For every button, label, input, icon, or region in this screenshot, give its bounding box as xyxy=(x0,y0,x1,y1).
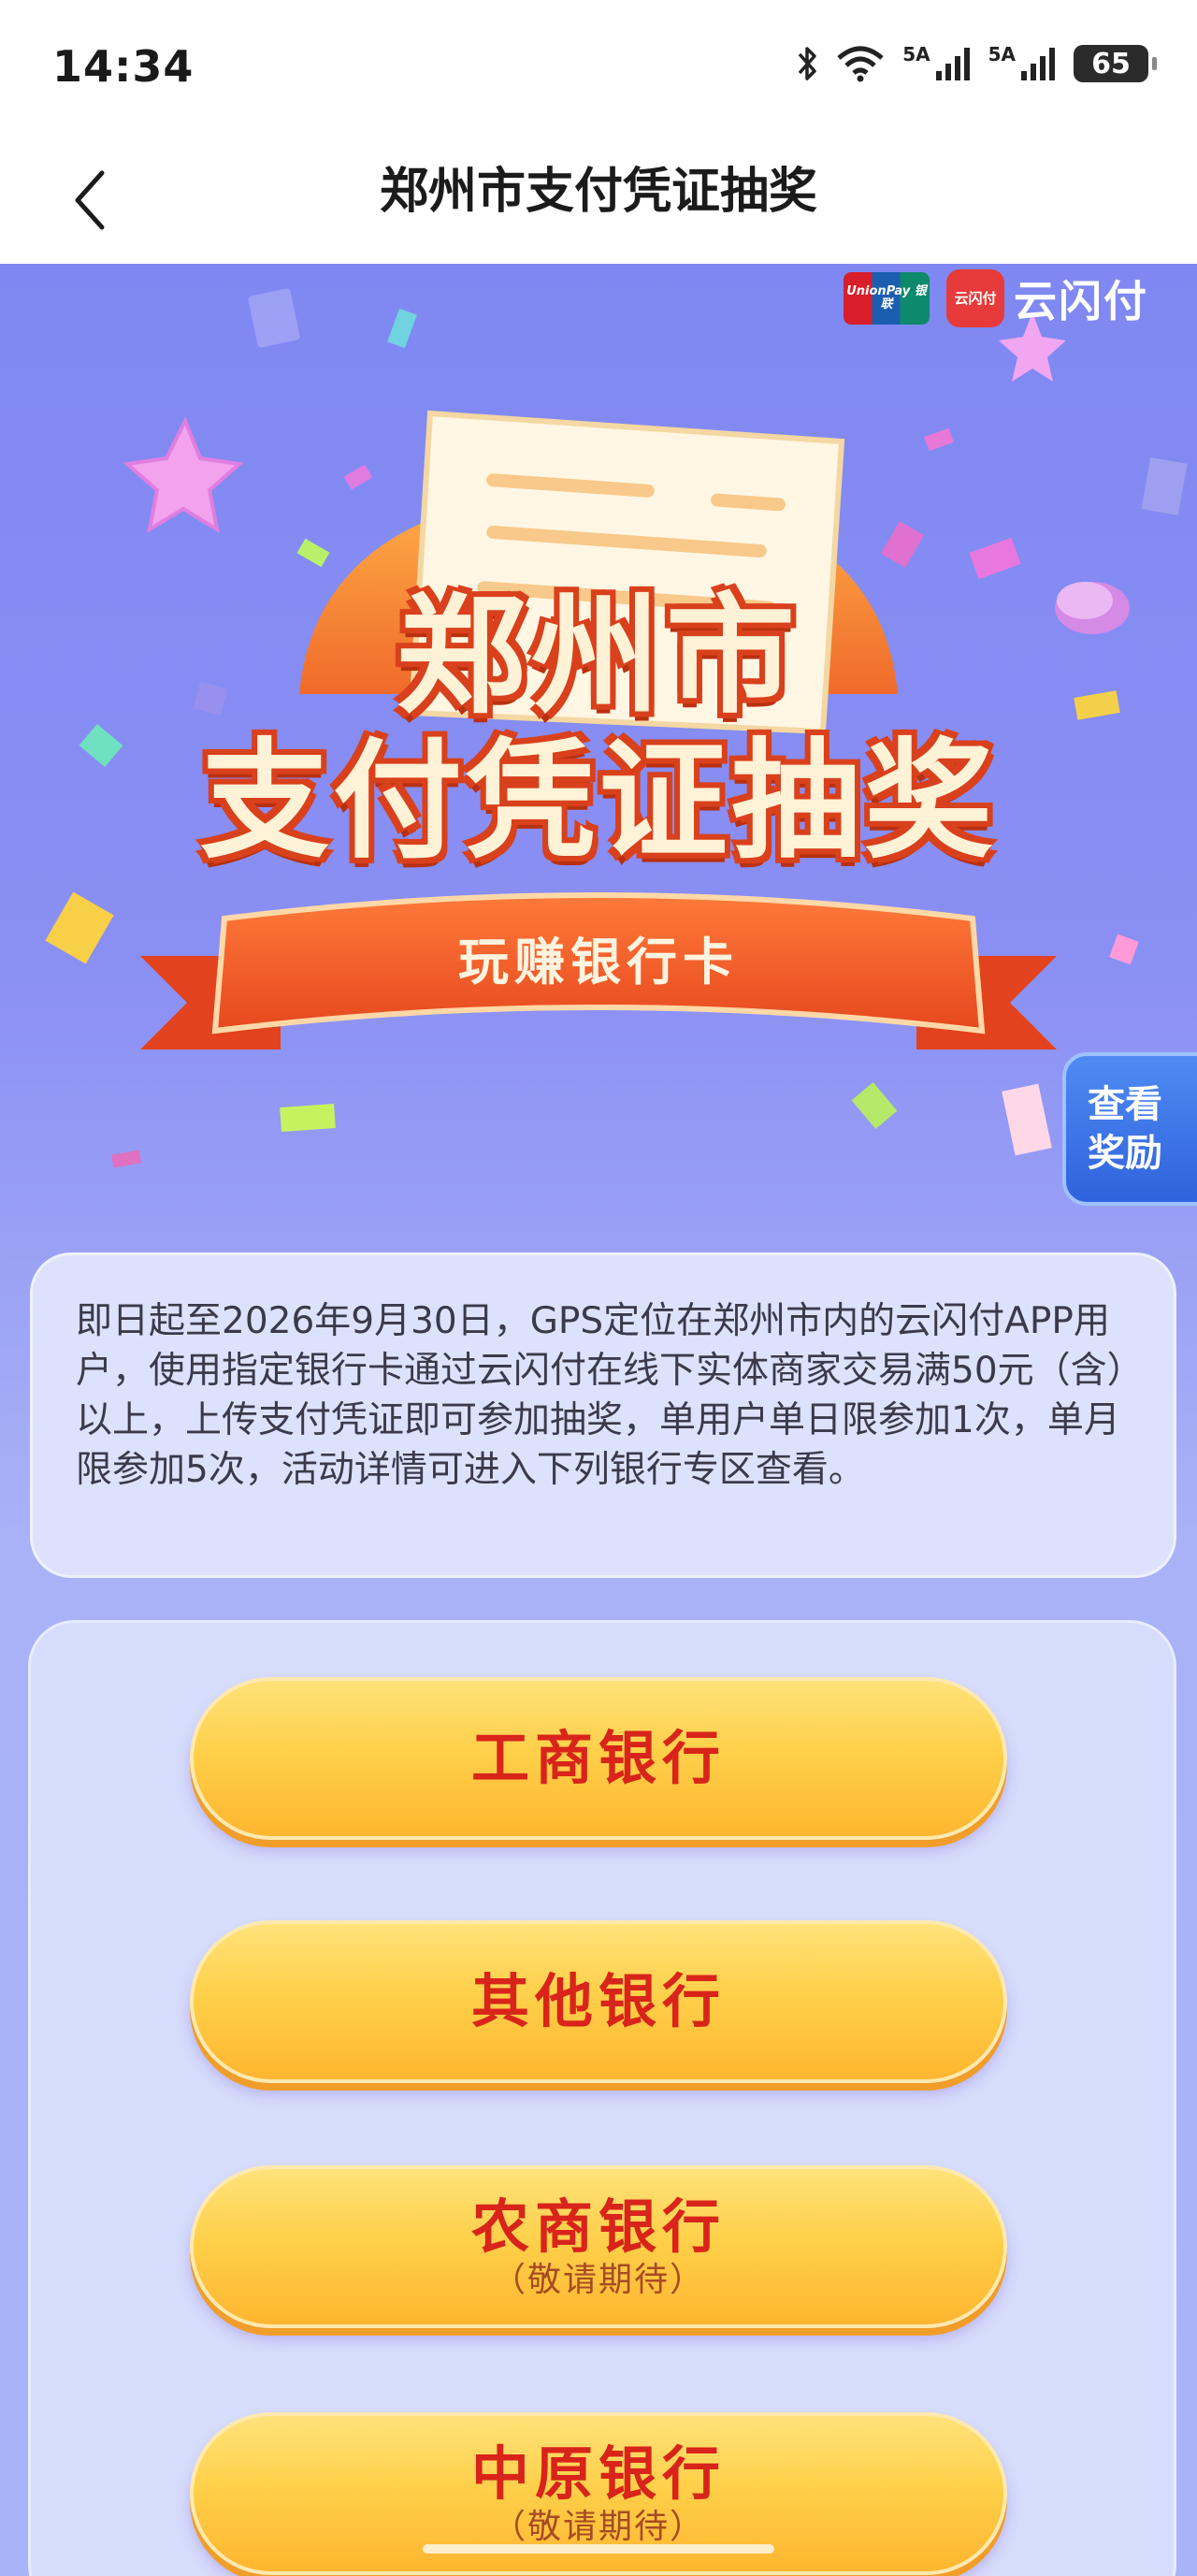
network-label-2: 5A xyxy=(988,43,1016,65)
yunshanfu-app-icon: 云闪付 xyxy=(946,269,1004,327)
brand-logos: UnionPay 银联 云闪付 云闪付 xyxy=(844,268,1148,329)
banner-ribbon-text: 玩赚银行卡 xyxy=(458,933,739,991)
hero-banner: 郑州市 支付凭证抽奖 玩赚银行卡 UnionPay 银联 云闪付 云闪付 查看奖… xyxy=(0,264,1197,1237)
bank-name: 中原银行 xyxy=(470,2439,726,2508)
banner-title-line2: 支付凭证抽奖 xyxy=(199,726,997,876)
bank-button-rural-commercial[interactable]: 农商银行 （敬请期待） xyxy=(190,2165,1007,2328)
unionpay-logo: UnionPay 银联 xyxy=(844,272,930,325)
signal-icon-2 xyxy=(1019,45,1057,82)
status-bar: 14:34 5A 5A 65 xyxy=(0,0,1197,140)
coming-soon-label: （敬请期待） xyxy=(491,2508,705,2546)
nav-bar: 郑州市支付凭证抽奖 xyxy=(0,140,1197,264)
coming-soon-label: （敬请期待） xyxy=(491,2261,705,2299)
bank-name: 其他银行 xyxy=(470,1967,726,2035)
bank-button-other[interactable]: 其他银行 xyxy=(190,1920,1007,2083)
bank-name: 农商银行 xyxy=(470,2192,726,2261)
bank-name: 工商银行 xyxy=(470,1724,726,1792)
signal-icon-1 xyxy=(934,45,972,82)
back-button[interactable] xyxy=(56,165,122,239)
activity-description-card: 即日起至2026年9月30日，GPS定位在郑州市内的云闪付APP用户，使用指定银… xyxy=(30,1252,1176,1578)
status-icons: 5A 5A 65 xyxy=(796,43,1157,84)
bank-button-icbc[interactable]: 工商银行 xyxy=(190,1677,1007,1840)
view-rewards-button[interactable]: 查看 奖励 xyxy=(1062,1052,1197,1206)
page-title: 郑州市支付凭证抽奖 xyxy=(379,164,817,220)
bank-list-panel: 工商银行 其他银行 农商银行 （敬请期待） 中原银行 （敬请期待） xyxy=(28,1620,1176,2576)
wifi-icon xyxy=(835,45,886,82)
main-content: 郑州市 支付凭证抽奖 玩赚银行卡 UnionPay 银联 云闪付 云闪付 查看奖… xyxy=(0,264,1197,2576)
bluetooth-icon xyxy=(796,45,818,82)
home-indicator[interactable] xyxy=(423,2544,774,2554)
yunshanfu-logo: 云闪付 云闪付 xyxy=(946,268,1148,329)
banner-title-line1: 郑州市 xyxy=(396,581,800,731)
battery-icon: 65 xyxy=(1074,45,1157,82)
network-label-1: 5A xyxy=(902,43,930,65)
status-time: 14:34 xyxy=(52,41,195,92)
chevron-left-icon xyxy=(70,167,108,237)
yunshanfu-brand-text: 云闪付 xyxy=(1014,276,1148,326)
activity-description: 即日起至2026年9月30日，GPS定位在郑州市内的云闪付APP用户，使用指定银… xyxy=(76,1300,1126,1491)
